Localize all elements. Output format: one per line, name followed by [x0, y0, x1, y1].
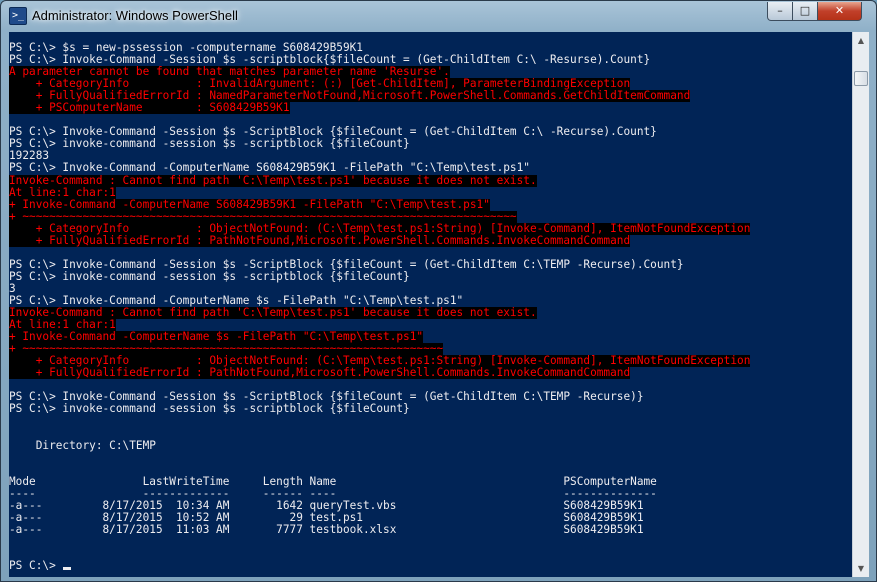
console-text: PS C:\> invoke-command -session $s -scri… [9, 269, 410, 283]
powershell-icon[interactable]: >_ [9, 7, 27, 25]
console-line: PS C:\> Invoke-Command -ComputerName S60… [9, 162, 750, 174]
console-text: PS C:\> invoke-command -session $s -scri… [9, 137, 410, 151]
console-lines: PS C:\> $s = new-pssession -computername… [9, 42, 751, 572]
error-text: Invoke-Command : Cannot find path 'C:\Te… [9, 173, 537, 187]
maximize-button[interactable]: □ [792, 2, 818, 21]
console-text: PS C:\> [9, 559, 63, 573]
console-text: Directory: C:\TEMP [9, 438, 156, 452]
minimize-button[interactable]: – [767, 2, 793, 21]
console-line: + Invoke-Command -ComputerName S608429B5… [9, 197, 750, 211]
console-line: Directory: C:\TEMP [9, 438, 750, 452]
console-line: + ~~~~~~~~~~~~~~~~~~~~~~~~~~~~~~~~~~~~~~… [9, 209, 750, 223]
error-text: + FullyQualifiedErrorId : PathNotFound,M… [9, 366, 631, 380]
console-text: Mode LastWriteTime Length Name PSCompute… [9, 474, 657, 488]
error-text: + PSComputerName : S608429B59K1 [9, 101, 290, 115]
scroll-down-arrow-icon[interactable]: ▼ [853, 560, 869, 577]
console-line: PS C:\> [9, 560, 750, 572]
console-line: + FullyQualifiedErrorId : PathNotFound,M… [9, 233, 750, 247]
console-output[interactable]: PS C:\> $s = new-pssession -computername… [9, 32, 852, 577]
scrollbar-thumb[interactable] [854, 71, 868, 86]
console-line: PS C:\> invoke-command -session $s -scri… [9, 403, 750, 415]
title-bar[interactable]: >_ Administrator: Windows PowerShell – □… [1, 1, 876, 31]
console-line: + CategoryInfo : ObjectNotFound: (C:\Tem… [9, 221, 751, 235]
console-line: PS C:\> invoke-command -session $s -scri… [9, 138, 750, 150]
vertical-scrollbar[interactable]: ▲ ▼ [852, 32, 869, 577]
console-text: ---- ------------- ------ ---- ---------… [9, 486, 657, 500]
console-line: Invoke-Command : Cannot find path 'C:\Te… [9, 307, 750, 320]
console-line: PS C:\> invoke-command -session $s -scri… [9, 269, 750, 283]
error-text: + CategoryInfo : ObjectNotFound: (C:\Tem… [9, 221, 751, 235]
error-text: + FullyQualifiedErrorId : PathNotFound,M… [9, 233, 631, 247]
console-text: -a--- 8/17/2015 10:34 AM 1642 queryTest.… [9, 498, 644, 512]
console-line: + FullyQualifiedErrorId : PathNotFound,M… [9, 366, 750, 380]
window-title: Administrator: Windows PowerShell [32, 8, 238, 23]
console-line: + PSComputerName : S608429B59K1 [9, 101, 750, 115]
scroll-up-arrow-icon[interactable]: ▲ [853, 32, 869, 49]
error-text: + Invoke-Command -ComputerName S608429B5… [9, 197, 490, 211]
close-button[interactable]: ✕ [817, 2, 862, 21]
text-cursor [63, 567, 72, 571]
console-line: At line:1 char:1 [9, 185, 750, 199]
error-text: + ~~~~~~~~~~~~~~~~~~~~~~~~~~~~~~~~~~~~~~… [9, 209, 517, 223]
console-line: Mode LastWriteTime Length Name PSCompute… [9, 474, 750, 488]
console-text: PS C:\> Invoke-Command -ComputerName S60… [9, 161, 530, 175]
console-text: -a--- 8/17/2015 11:03 AM 7777 testbook.x… [9, 522, 644, 536]
console-text: PS C:\> invoke-command -session $s -scri… [9, 402, 410, 416]
console-line: Invoke-Command : Cannot find path 'C:\Te… [9, 173, 750, 187]
console-line: ---- ------------- ------ ---- ---------… [9, 486, 750, 500]
powershell-window: >_ Administrator: Windows PowerShell – □… [0, 0, 877, 582]
error-text: At line:1 char:1 [9, 185, 116, 199]
console-line: -a--- 8/17/2015 11:03 AM 7777 testbook.x… [9, 522, 750, 536]
